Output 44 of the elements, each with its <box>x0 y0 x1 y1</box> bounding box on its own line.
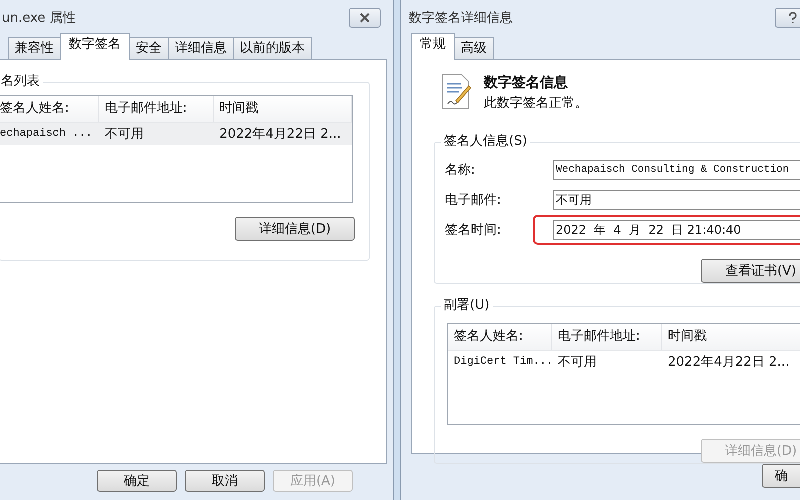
tab[interactable]: 高级 <box>454 37 494 60</box>
help-button[interactable] <box>775 8 800 28</box>
status-text: 此数字签名正常。 <box>484 95 588 112</box>
list-row[interactable]: echapaisch ... 不可用 2022年4月22日 2... <box>0 123 352 145</box>
field-label: 名称: <box>445 162 476 179</box>
field-label: 电子邮件: <box>445 192 502 209</box>
column-header[interactable]: 时间戳 <box>214 96 352 122</box>
button[interactable]: 查看证书(V) <box>701 259 800 283</box>
window-title: un.exe 属性 <box>2 10 76 27</box>
button[interactable]: 详细信息(D) <box>235 217 355 241</box>
tab[interactable]: 数字签名 <box>60 33 130 60</box>
tab[interactable]: 兼容性 <box>8 37 61 60</box>
tab[interactable]: 详细信息 <box>168 37 234 60</box>
help-icon <box>788 12 798 24</box>
list-row[interactable]: DigiCert Tim... 不可用 2022年4月22日 2... <box>448 351 800 373</box>
button[interactable]: 确定 <box>97 470 177 492</box>
text-field[interactable]: 2022 年 4 月 22 日 21:40:40 <box>553 220 800 240</box>
text-field[interactable]: 不可用 <box>553 190 800 210</box>
table-cell-text: DigiCert Tim... <box>453 356 552 368</box>
table-cell-text: 2022年4月22日 2... <box>667 354 791 371</box>
tab[interactable]: 以前的版本 <box>233 37 312 60</box>
column-header[interactable]: 签名人姓名: <box>448 324 552 350</box>
table-cell-text: 2022年4月22日 2... <box>218 126 342 143</box>
text-field[interactable]: Wechapaisch Consulting & Construction <box>553 160 800 180</box>
window-title: 数字签名详细信息 <box>409 10 513 27</box>
column-header[interactable]: 时间戳 <box>662 324 800 350</box>
field-label: 签名时间: <box>445 222 502 239</box>
button[interactable]: 确 <box>762 464 800 488</box>
group-label: 副署(U) <box>441 298 493 314</box>
document-pen-icon <box>442 74 472 110</box>
tab[interactable]: 常规 <box>411 33 455 60</box>
close-button[interactable] <box>349 8 381 28</box>
table-cell-text: 不可用 <box>104 126 145 143</box>
column-header[interactable]: 电子邮件地址: <box>552 324 662 350</box>
column-header[interactable]: 签名人姓名: <box>0 96 99 122</box>
column-header[interactable]: 电子邮件地址: <box>98 96 214 122</box>
group-label: 签名人信息(S) <box>441 134 530 150</box>
button[interactable]: 取消 <box>185 470 265 492</box>
table-cell-text: echapaisch ... <box>0 128 94 140</box>
info-heading: 数字签名信息 <box>484 74 569 92</box>
group-label: 名列表 <box>0 74 43 90</box>
tab[interactable]: 安全 <box>129 37 169 60</box>
table-cell-text: 不可用 <box>557 354 598 371</box>
close-icon <box>358 13 372 23</box>
